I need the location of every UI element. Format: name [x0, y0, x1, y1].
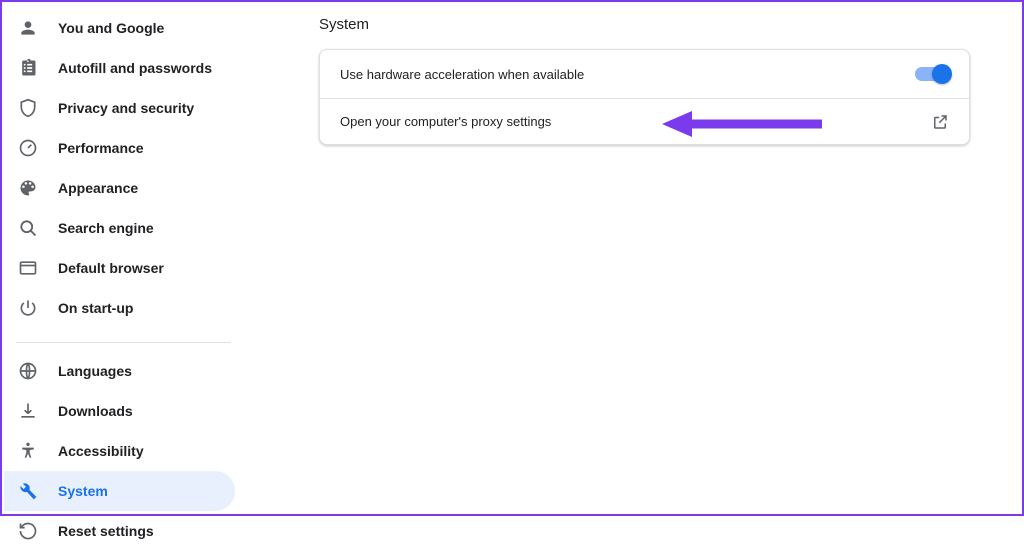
sidebar-item-label: On start-up [58, 300, 133, 316]
sidebar-item-label: Search engine [58, 220, 154, 236]
settings-main: System Use hardware acceleration when av… [247, 2, 1022, 514]
download-icon [18, 401, 38, 421]
restore-icon [18, 521, 38, 541]
sidebar-item-label: Accessibility [58, 443, 144, 459]
sidebar-item-search-engine[interactable]: Search engine [4, 208, 235, 248]
sidebar-item-reset[interactable]: Reset settings [4, 511, 235, 551]
sidebar-item-label: Downloads [58, 403, 133, 419]
sidebar-item-label: Performance [58, 140, 144, 156]
globe-icon [18, 361, 38, 381]
settings-card: Use hardware acceleration when available… [319, 49, 970, 145]
sidebar-group-advanced: Languages Downloads Accessibility System… [2, 351, 247, 559]
person-icon [18, 18, 38, 38]
sidebar-item-default-browser[interactable]: Default browser [4, 248, 235, 288]
toggle-hardware-acceleration[interactable] [915, 67, 949, 81]
sidebar-item-label: Languages [58, 363, 132, 379]
sidebar-item-autofill[interactable]: Autofill and passwords [4, 48, 235, 88]
sidebar-item-accessibility[interactable]: Accessibility [4, 431, 235, 471]
speedometer-icon [18, 138, 38, 158]
accessibility-icon [18, 441, 38, 461]
sidebar-item-privacy[interactable]: Privacy and security [4, 88, 235, 128]
browser-icon [18, 258, 38, 278]
page-title: System [319, 16, 970, 33]
wrench-icon [18, 481, 38, 501]
sidebar-item-you-and-google[interactable]: You and Google [4, 8, 235, 48]
shield-icon [18, 98, 38, 118]
settings-sidebar: You and Google Autofill and passwords Pr… [2, 2, 247, 514]
sidebar-item-downloads[interactable]: Downloads [4, 391, 235, 431]
sidebar-group-basic: You and Google Autofill and passwords Pr… [2, 8, 247, 336]
sidebar-item-startup[interactable]: On start-up [4, 288, 235, 328]
sidebar-item-label: You and Google [58, 20, 164, 36]
open-external-icon [931, 113, 949, 131]
row-hardware-acceleration[interactable]: Use hardware acceleration when available [320, 50, 969, 98]
row-label: Open your computer's proxy settings [340, 114, 551, 129]
sidebar-item-label: Default browser [58, 260, 164, 276]
palette-icon [18, 178, 38, 198]
sidebar-item-performance[interactable]: Performance [4, 128, 235, 168]
sidebar-item-label: Appearance [58, 180, 138, 196]
sidebar-divider [16, 342, 231, 343]
sidebar-item-label: Reset settings [58, 523, 154, 539]
sidebar-item-label: Autofill and passwords [58, 60, 212, 76]
sidebar-item-appearance[interactable]: Appearance [4, 168, 235, 208]
clipboard-icon [18, 58, 38, 78]
power-icon [18, 298, 38, 318]
row-proxy-settings[interactable]: Open your computer's proxy settings [320, 98, 969, 144]
row-label: Use hardware acceleration when available [340, 67, 584, 82]
sidebar-item-languages[interactable]: Languages [4, 351, 235, 391]
sidebar-item-system[interactable]: System [4, 471, 235, 511]
sidebar-item-label: Privacy and security [58, 100, 194, 116]
magnify-icon [18, 218, 38, 238]
sidebar-item-label: System [58, 483, 108, 499]
annotation-arrow [662, 109, 822, 139]
